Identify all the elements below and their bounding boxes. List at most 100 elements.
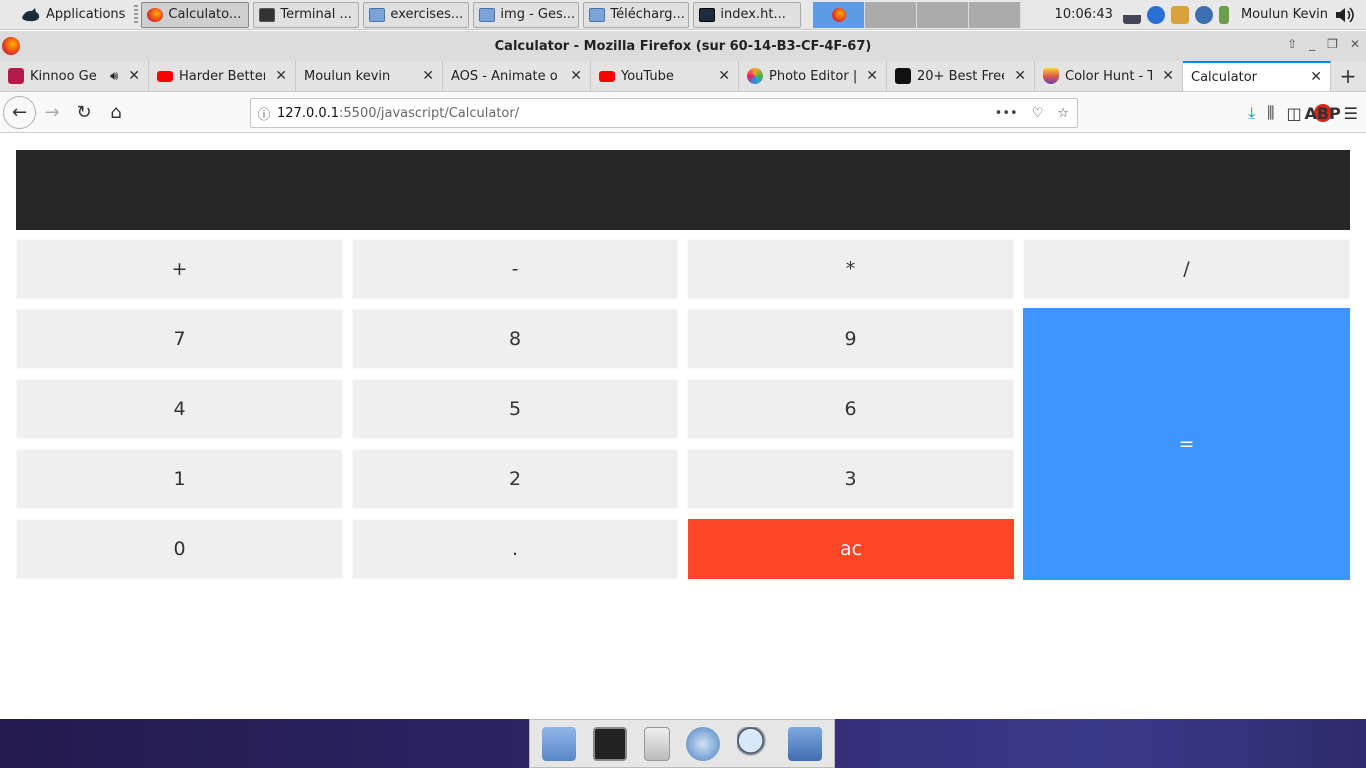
close-tab-icon[interactable]: ✕	[1014, 68, 1026, 84]
window-title: Calculator - Mozilla Firefox (sur 60-14-…	[494, 38, 872, 54]
workspace-3[interactable]	[917, 1, 970, 28]
system-tray	[1122, 5, 1235, 24]
url-actions: ••• ♡ ☆	[995, 106, 1077, 121]
taskbar-item-index[interactable]: index.ht...	[693, 1, 802, 28]
taskbar-item-terminal[interactable]: Terminal ...	[253, 1, 360, 28]
network-icon[interactable]	[1122, 5, 1141, 24]
page-actions-icon[interactable]: •••	[995, 106, 1018, 121]
close-tab-icon[interactable]: ✕	[275, 68, 287, 84]
home-button[interactable]: ⌂	[100, 97, 132, 129]
tab-photo-editor[interactable]: Photo Editor | ✕	[739, 61, 887, 91]
tab-calculator[interactable]: Calculator ✕	[1183, 61, 1331, 91]
terminal-icon[interactable]	[592, 726, 627, 761]
tab-color-hunt[interactable]: Color Hunt - T ✕	[1035, 61, 1183, 91]
key-0[interactable]: 0	[16, 519, 343, 579]
camera-icon	[895, 68, 911, 84]
key-9[interactable]: 9	[687, 309, 1014, 369]
close-tab-icon[interactable]: ✕	[866, 68, 878, 84]
top-panel: Applications Calculato... Terminal ... e…	[0, 0, 1366, 30]
close-icon[interactable]: ✕	[1350, 37, 1360, 51]
dock-panel	[529, 719, 835, 768]
workspace-1[interactable]	[813, 1, 866, 28]
taskbar-item-label: index.ht...	[720, 7, 786, 22]
home-folder-icon[interactable]	[542, 726, 577, 761]
key-multiply[interactable]: *	[687, 239, 1014, 299]
volume-icon[interactable]	[1334, 5, 1356, 25]
photo-editor-favicon-icon	[747, 68, 763, 84]
bookmark-star-icon[interactable]: ☆	[1057, 106, 1069, 121]
url-path: :5500/javascript/Calculator/	[339, 105, 520, 121]
tab-label: Photo Editor |	[769, 68, 857, 84]
key-4[interactable]: 4	[16, 379, 343, 439]
window-controls: ⇧ _ ❐ ✕	[1287, 37, 1360, 51]
close-tab-icon[interactable]: ✕	[570, 68, 582, 84]
site-info-icon[interactable]: ⓘ	[251, 104, 277, 123]
file-cabinet-icon[interactable]	[643, 726, 670, 761]
key-8[interactable]: 8	[352, 309, 678, 369]
wordpress-icon[interactable]	[1194, 5, 1213, 24]
equals-button[interactable]: =	[1023, 308, 1350, 580]
tab-kinnoo[interactable]: Kinnoo Ge 🔊︎ ✕	[0, 61, 149, 91]
user-name[interactable]: Moulun Kevin	[1235, 7, 1334, 22]
back-button[interactable]: ←	[3, 96, 36, 129]
key-6[interactable]: 6	[687, 379, 1014, 439]
tab-label: Moulun kevin	[304, 68, 391, 84]
key-minus[interactable]: -	[352, 239, 678, 299]
xfce-mouse-icon	[22, 7, 40, 21]
battery-icon[interactable]	[1218, 5, 1229, 24]
workspace-4[interactable]	[969, 1, 1022, 28]
close-tab-icon[interactable]: ✕	[718, 68, 730, 84]
key-decimal[interactable]: .	[352, 519, 678, 579]
taskbar-item-exercises[interactable]: exercises...	[363, 1, 470, 28]
bluetooth-icon[interactable]	[1146, 5, 1165, 24]
close-tab-icon[interactable]: ✕	[1310, 69, 1322, 85]
audio-playing-icon[interactable]: 🔊︎	[110, 69, 118, 84]
key-5[interactable]: 5	[352, 379, 678, 439]
taskbar-item-calculator[interactable]: Calculato...	[141, 1, 250, 28]
package-updates-icon[interactable]	[1170, 5, 1189, 24]
key-divide[interactable]: /	[1023, 239, 1350, 299]
key-3[interactable]: 3	[687, 449, 1014, 509]
taskbar-item-label: Calculato...	[168, 7, 242, 22]
sidebar-icon[interactable]: ◫	[1287, 104, 1302, 123]
key-plus[interactable]: +	[16, 239, 343, 299]
clock[interactable]: 10:06:43	[1045, 7, 1123, 22]
new-tab-button[interactable]: +	[1331, 61, 1365, 91]
calculator-display	[16, 150, 1350, 230]
downloads-icon[interactable]: ⤓	[1248, 103, 1255, 123]
clear-button[interactable]: ac	[688, 519, 1014, 579]
search-icon[interactable]	[736, 726, 771, 761]
key-2[interactable]: 2	[352, 449, 678, 509]
web-browser-icon[interactable]	[686, 726, 721, 761]
firefox-icon	[147, 7, 164, 22]
tab-youtube[interactable]: YouTube ✕	[591, 61, 739, 91]
kinnoo-favicon-icon	[8, 68, 24, 84]
tab-best-free[interactable]: 20+ Best Free ✕	[887, 61, 1035, 91]
minimize-icon[interactable]: _	[1309, 37, 1315, 51]
tab-moulun-kevin[interactable]: Moulun kevin ✕	[296, 61, 443, 91]
key-7[interactable]: 7	[16, 309, 343, 369]
taskbar-item-img[interactable]: img - Ges...	[473, 1, 580, 28]
tab-label: Calculator	[1191, 69, 1258, 85]
adblock-plus-icon[interactable]: ABP	[1305, 104, 1341, 123]
pocket-icon[interactable]: ♡	[1032, 106, 1044, 121]
hamburger-menu-icon[interactable]: ☰	[1344, 104, 1358, 123]
reload-button[interactable]: ↻	[68, 97, 100, 129]
close-tab-icon[interactable]: ✕	[128, 68, 140, 84]
tab-harder-better[interactable]: Harder Better ✕	[149, 61, 296, 91]
keep-above-icon[interactable]: ⇧	[1287, 37, 1297, 51]
library-icon[interactable]: ⫼	[1267, 103, 1274, 123]
forward-button[interactable]: →	[36, 97, 68, 129]
workspace-2[interactable]	[865, 1, 918, 28]
applications-menu[interactable]: Applications	[0, 0, 131, 30]
maximize-icon[interactable]: ❐	[1327, 37, 1338, 51]
close-tab-icon[interactable]: ✕	[422, 68, 434, 84]
tab-aos[interactable]: AOS - Animate o ✕	[443, 61, 591, 91]
key-1[interactable]: 1	[16, 449, 343, 509]
tab-label: 20+ Best Free	[917, 68, 1005, 84]
toolbar-tools: ⤓ ⫼ ◫ ABP ☰	[1248, 97, 1358, 129]
folder-icon[interactable]	[787, 726, 822, 761]
address-bar[interactable]: ⓘ 127.0.0.1:5500/javascript/Calculator/ …	[250, 98, 1078, 128]
taskbar-item-telechargements[interactable]: Télécharg...	[583, 1, 690, 28]
close-tab-icon[interactable]: ✕	[1162, 68, 1174, 84]
